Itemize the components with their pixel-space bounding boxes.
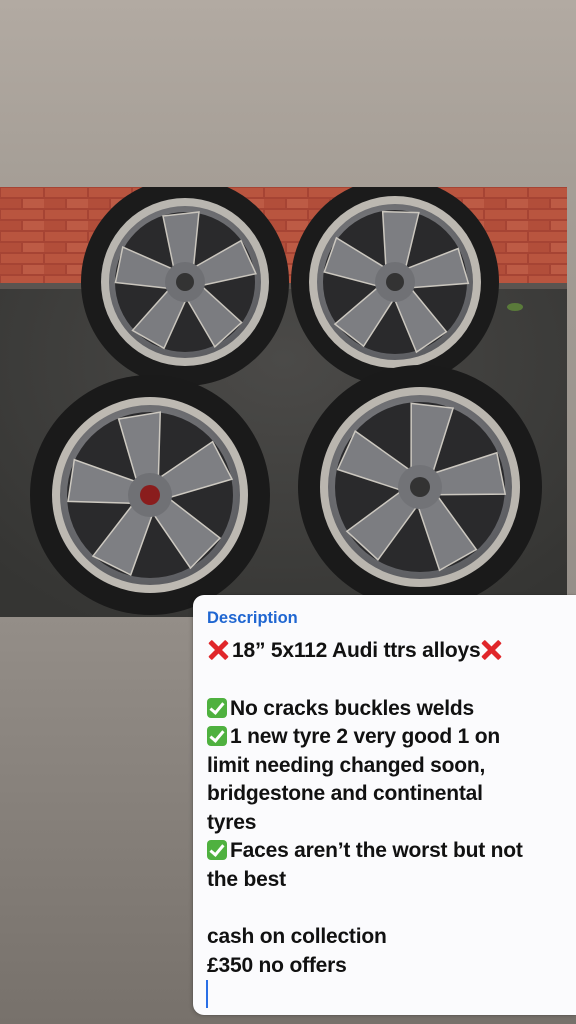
check-mark-icon bbox=[207, 697, 227, 718]
collection-text: cash on collection bbox=[207, 925, 387, 948]
check-mark-icon bbox=[207, 840, 227, 860]
wheel-bottom-left bbox=[30, 375, 270, 615]
bullet-3-cont: the best bbox=[207, 867, 286, 891]
bullet-2-text: 1 new tyre 2 very good 1 on bbox=[230, 725, 501, 748]
wheels-photo bbox=[0, 187, 567, 617]
bullet-2-cont-3: tyres bbox=[207, 810, 257, 834]
cross-mark-icon bbox=[480, 639, 502, 661]
check-mark-icon bbox=[207, 726, 227, 746]
wheel-bottom-right bbox=[298, 365, 542, 609]
bullet-1-text: No cracks buckles welds bbox=[230, 696, 475, 720]
headline: 18” 5x112 Audi ttrs alloys bbox=[207, 637, 570, 666]
headline-text: 18” 5x112 Audi ttrs alloys bbox=[232, 639, 481, 662]
description-title: Description bbox=[207, 609, 298, 627]
bullet-3: Faces aren’t the worst but not bbox=[207, 837, 570, 866]
bullet-2-cont-1: limit needing changed soon, bbox=[207, 753, 486, 777]
bullet-1: No cracks buckles welds bbox=[207, 695, 570, 724]
wheel-top-right bbox=[291, 187, 499, 386]
wheel-top-left bbox=[81, 187, 289, 386]
cross-mark-icon bbox=[207, 639, 229, 661]
description-card[interactable]: Description 18” 5x112 Audi ttrs alloys N… bbox=[193, 595, 576, 1015]
bullet-2: 1 new tyre 2 very good 1 on bbox=[207, 723, 570, 752]
text-cursor bbox=[206, 980, 208, 1008]
price-text: £350 no offers bbox=[207, 953, 347, 977]
bullet-3-text: Faces aren’t the worst but not bbox=[230, 839, 523, 862]
bullet-2-cont-2: bridgestone and continental bbox=[207, 782, 483, 805]
wheels-photo-art bbox=[0, 187, 567, 617]
